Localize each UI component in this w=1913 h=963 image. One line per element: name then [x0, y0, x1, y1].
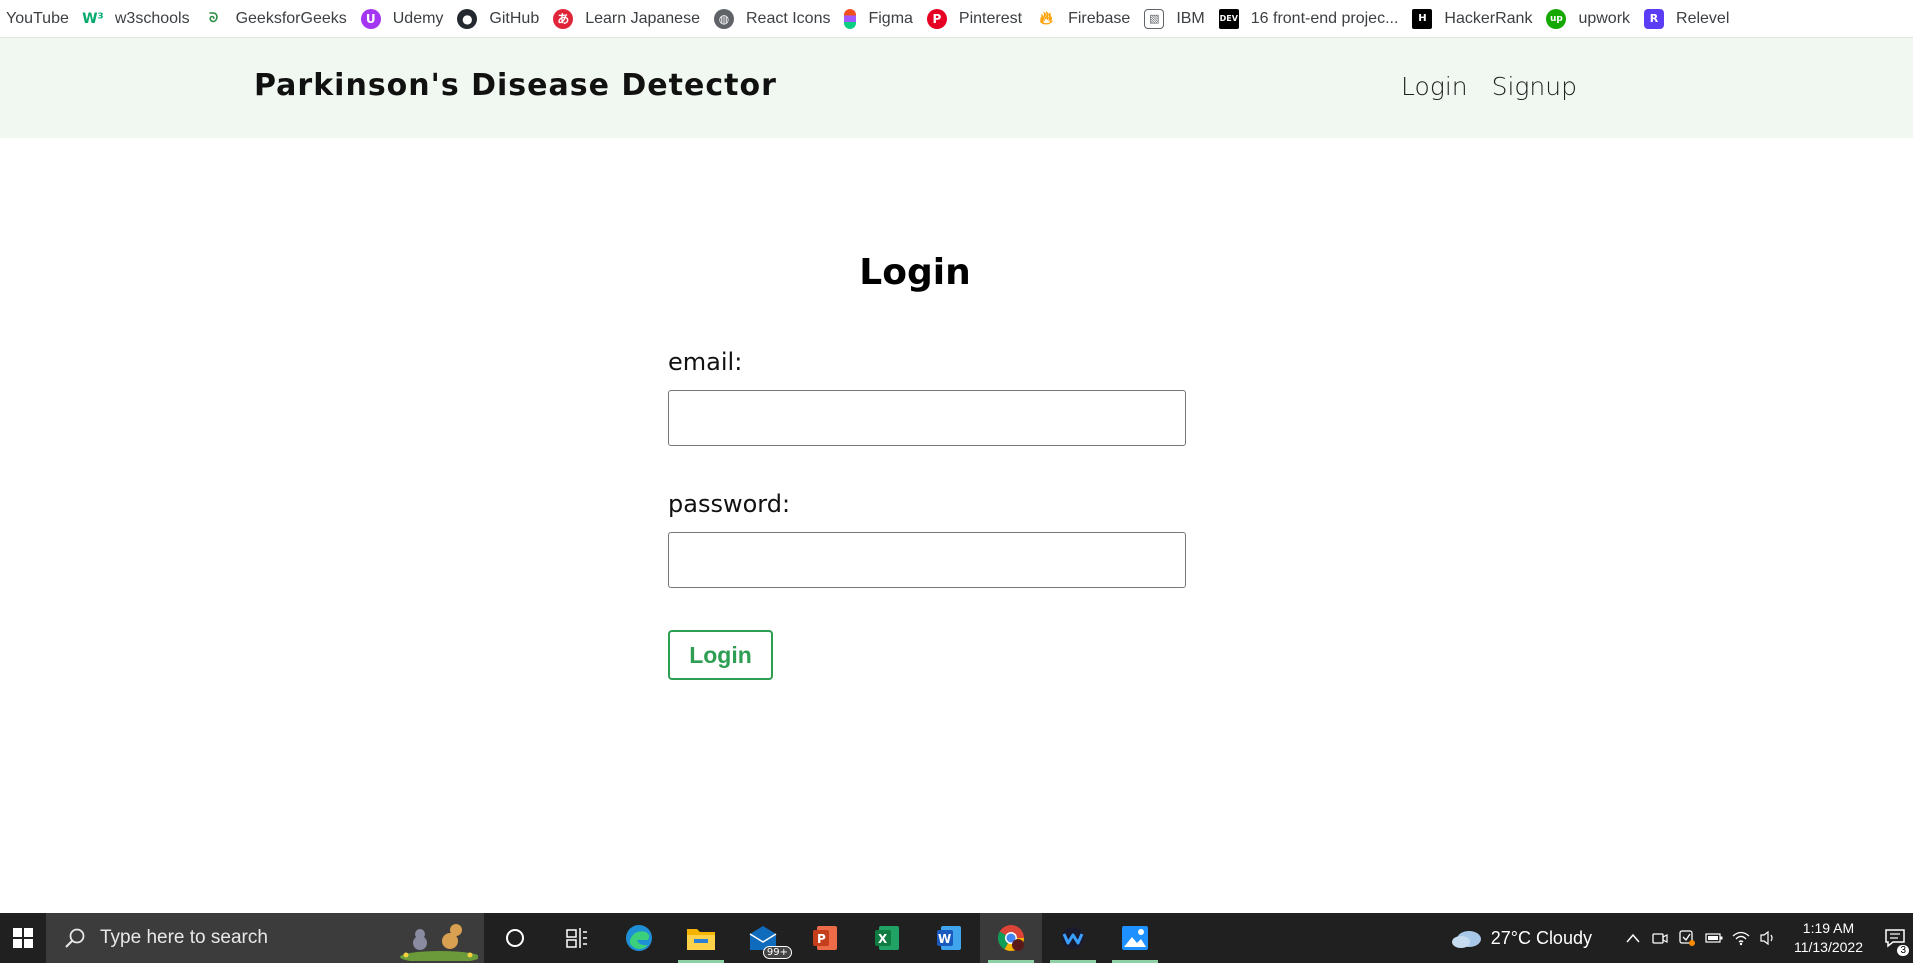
chevron-up-icon[interactable] [1620, 913, 1647, 963]
bookmark-dev[interactable]: DEV 16 front-end projec... [1215, 5, 1409, 33]
bookmark-github[interactable]: ● GitHub [453, 5, 549, 33]
weather-widget[interactable]: 27°C Cloudy [1451, 927, 1592, 949]
battery-icon[interactable] [1701, 913, 1728, 963]
photos-icon[interactable] [1104, 913, 1166, 963]
file-explorer-icon[interactable] [670, 913, 732, 963]
bookmark-geeksforgeeks[interactable]: ᘐ GeeksforGeeks [200, 5, 357, 33]
bookmark-label: Learn Japanese [585, 9, 700, 27]
mail-icon[interactable]: 99+ [732, 913, 794, 963]
relevel-icon: R [1644, 8, 1665, 29]
w3schools-icon: W³ [82, 10, 104, 27]
bookmark-relevel[interactable]: R Relevel [1640, 5, 1739, 33]
email-input[interactable] [668, 390, 1186, 446]
github-icon: ● [457, 8, 478, 29]
firebase-icon: 🔥︎ [1039, 8, 1053, 29]
password-field-group: password: [668, 490, 1188, 588]
system-clock[interactable]: 1:19 AM 11/13/2022 [1794, 919, 1863, 957]
cloud-icon [1451, 931, 1481, 948]
bookmark-hackerrank[interactable]: H HackerRank [1408, 5, 1542, 33]
cortana-icon[interactable] [484, 913, 546, 963]
udemy-icon: U [360, 8, 381, 29]
meet-now-icon[interactable] [1647, 913, 1674, 963]
bookmark-label: Pinterest [958, 9, 1023, 27]
bookmark-youtube[interactable]: YouTube [6, 5, 79, 33]
email-field-group: email: [668, 348, 1188, 446]
clock-date: 11/13/2022 [1793, 939, 1863, 955]
weather-text: 27°C Cloudy [1490, 927, 1592, 948]
windows-icon [13, 928, 33, 948]
taskbar: Type here to search 99+ P X W 27°C Cloud… [0, 913, 1913, 963]
nav-links: Login Signup [1401, 72, 1577, 101]
svg-text:X: X [878, 932, 888, 946]
login-form: email: password: Login [668, 348, 1188, 680]
clock-time: 1:19 AM [1802, 920, 1855, 936]
notification-count-badge: 3 [1897, 945, 1909, 956]
pinterest-icon: P [926, 8, 947, 29]
powerpoint-icon[interactable]: P [794, 913, 856, 963]
bookmark-label: YouTube [6, 9, 69, 27]
bookmark-pinterest[interactable]: P Pinterest [923, 5, 1032, 33]
chrome-icon[interactable] [980, 913, 1042, 963]
login-submit-button[interactable]: Login [668, 630, 773, 680]
bookmark-figma[interactable]: Figma [840, 5, 922, 33]
excel-icon[interactable]: X [856, 913, 918, 963]
svg-text:W: W [938, 932, 951, 946]
nav-login-link[interactable]: Login [1401, 72, 1468, 101]
image-icon: ▧ [1144, 8, 1165, 29]
system-tray: 27°C Cloudy 1:19 AM 11/13/2022 3 [1451, 913, 1913, 963]
bookmark-label: 16 front-end projec... [1250, 9, 1399, 27]
updates-icon[interactable] [1674, 913, 1701, 963]
brand-title[interactable]: Parkinson's Disease Detector [254, 68, 777, 103]
edge-icon[interactable] [608, 913, 670, 963]
login-heading: Login [859, 252, 971, 293]
start-button[interactable] [0, 913, 46, 963]
learn-japanese-icon: あ [553, 8, 574, 29]
search-icon [65, 928, 85, 948]
bookmark-label: HackerRank [1444, 9, 1533, 27]
bookmark-label: IBM [1176, 9, 1205, 27]
app-navbar: Parkinson's Disease Detector Login Signu… [0, 38, 1913, 138]
word-icon[interactable]: W [918, 913, 980, 963]
search-highlight-art [400, 924, 478, 961]
volume-icon[interactable] [1755, 913, 1782, 963]
bookmark-react-icons[interactable]: ◍ React Icons [710, 5, 840, 33]
bookmark-udemy[interactable]: U Udemy [357, 5, 454, 33]
webex-icon[interactable] [1042, 913, 1104, 963]
mail-badge: 99+ [762, 946, 792, 959]
upwork-icon: up [1546, 8, 1567, 29]
bookmark-w3schools[interactable]: W³ w3schools [79, 5, 200, 33]
hackerrank-icon: H [1412, 8, 1433, 29]
bookmark-label: Firebase [1068, 9, 1131, 27]
bookmark-label: Udemy [392, 9, 444, 27]
bookmark-label: GeeksforGeeks [235, 9, 347, 27]
password-input[interactable] [668, 532, 1186, 588]
nav-signup-link[interactable]: Signup [1492, 72, 1577, 101]
task-view-icon[interactable] [546, 913, 608, 963]
bookmark-ibm[interactable]: ▧ IBM [1140, 5, 1214, 33]
geeksforgeeks-icon: ᘐ [209, 11, 219, 26]
bookmark-label: w3schools [114, 9, 190, 27]
password-label: password: [668, 490, 791, 518]
email-label: email: [668, 348, 743, 376]
notification-center-button[interactable]: 3 [1877, 913, 1913, 963]
bookmark-firebase[interactable]: 🔥︎ Firebase [1032, 5, 1140, 33]
svg-text:P: P [817, 932, 826, 946]
globe-icon: ◍ [713, 8, 734, 29]
dev-icon: DEV [1218, 8, 1239, 29]
bookmark-label: GitHub [489, 9, 540, 27]
bookmark-label: React Icons [745, 9, 831, 27]
bookmark-learn-japanese[interactable]: あ Learn Japanese [549, 5, 710, 33]
bookmark-label: Figma [868, 9, 913, 27]
bookmark-upwork[interactable]: up upwork [1542, 5, 1640, 33]
bookmark-label: upwork [1578, 9, 1631, 27]
bookmarks-bar: YouTube W³ w3schools ᘐ GeeksforGeeks U Udem… [0, 0, 1913, 38]
figma-icon [844, 8, 857, 29]
bookmark-label: Relevel [1676, 9, 1730, 27]
wifi-icon[interactable] [1728, 913, 1755, 963]
search-placeholder: Type here to search [100, 927, 268, 948]
taskbar-search[interactable]: Type here to search [46, 913, 484, 963]
